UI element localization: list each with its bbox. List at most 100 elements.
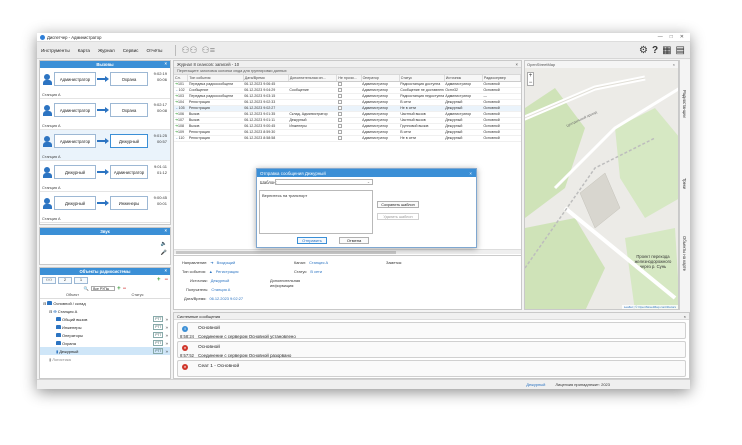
row-id: 110 <box>178 136 185 140</box>
call-item[interactable]: Дежурный Администратор 9:01:11 01:12 Стан… <box>40 161 170 192</box>
tab-tracks[interactable]: Треки <box>682 178 687 189</box>
source-value[interactable]: Дежурный <box>211 278 230 283</box>
unread-checkbox[interactable] <box>337 88 342 92</box>
col-status[interactable]: Статус <box>105 293 170 298</box>
unread-checkbox[interactable] <box>337 130 342 134</box>
sound-panel-close-icon[interactable]: × <box>165 228 167 233</box>
tab-radiostations[interactable]: Радиостанции <box>682 90 687 118</box>
call-item[interactable]: Дежурный Инженеры 9:00:45 00:01 Станция А <box>40 192 170 223</box>
unread-checkbox[interactable] <box>337 82 342 86</box>
minimize-button[interactable]: — <box>658 34 663 40</box>
zoom-out-button[interactable]: − <box>528 80 533 87</box>
dialog-close-icon[interactable]: × <box>469 171 472 176</box>
message-textarea[interactable]: Вернитесь на транспорт <box>259 190 373 234</box>
call-item-active[interactable]: Администратор Дежурный 9:01:25 00:57 Стан… <box>40 130 170 161</box>
col-object[interactable]: Объект <box>40 293 105 298</box>
channel-value[interactable]: Станция А <box>309 260 328 265</box>
group-by-area[interactable]: Перетащите заголовок колонки сюда для гр… <box>174 68 521 75</box>
unread-checkbox[interactable] <box>337 118 342 122</box>
more-icon[interactable]: » <box>165 349 168 354</box>
system-messages-close-icon[interactable]: × <box>684 314 686 319</box>
tree-item[interactable]: Общий вызов РТТ» <box>40 315 170 323</box>
tree-item[interactable]: ▮ Логистика <box>40 355 170 363</box>
unread-checkbox[interactable] <box>337 136 342 140</box>
map-attribution[interactable]: Leaflet | © OpenStreetMap contributors <box>621 305 678 309</box>
recipient-value[interactable]: Станция А <box>211 287 230 292</box>
settings-gear-icon[interactable]: ⚙ <box>639 45 648 56</box>
menu-reports[interactable]: Отчёты <box>146 48 162 53</box>
microphone-icon[interactable]: 🎤 <box>161 249 167 258</box>
calls-panel-close-icon[interactable]: × <box>165 61 167 66</box>
filter-groups-button[interactable]: ⚇⚇ <box>42 276 56 284</box>
objects-panel-close-icon[interactable]: × <box>165 268 167 273</box>
tree-item[interactable]: Инженеры РТТ» <box>40 323 170 331</box>
tree-item[interactable]: ⊟ ✠ Станция А <box>40 307 170 315</box>
system-message[interactable]: × Основной 8:57:52 Соединение с сервером… <box>177 341 686 358</box>
more-icon[interactable]: » <box>165 333 168 338</box>
tree-item[interactable]: ⊟ Основной / склад <box>40 299 170 307</box>
remove-object-icon[interactable]: − <box>164 277 168 283</box>
person-icon <box>43 105 52 116</box>
collapse-icon[interactable]: ⊟ <box>43 301 46 306</box>
save-template-button[interactable]: Сохранить шаблон <box>377 201 419 208</box>
close-window-button[interactable]: ✕ <box>680 34 684 40</box>
call-time: 9:02:17 00:08 <box>153 102 167 113</box>
journal-close-icon[interactable]: × <box>516 62 518 67</box>
unread-checkbox[interactable] <box>337 106 342 110</box>
call-from: Администратор <box>54 103 96 117</box>
more-icon[interactable]: » <box>165 317 168 322</box>
map-canvas[interactable] <box>525 68 679 310</box>
add-filter-icon[interactable]: + <box>117 286 121 292</box>
journal-cell: Регистрация <box>187 135 244 142</box>
user-config-icon[interactable]: ⚇≡ <box>202 45 215 56</box>
collapse-icon[interactable]: ⊟ <box>49 309 52 314</box>
ptt-badge[interactable]: РТТ <box>153 348 164 354</box>
journal-row[interactable]: ←110 Регистрация 06.12.2023 8:58:58 Админис… <box>174 135 521 142</box>
call-item[interactable]: Администратор Охрана 9:02:19 00:06 Станци… <box>40 68 170 99</box>
scroll-thumb[interactable] <box>176 251 396 254</box>
cancel-button[interactable]: Отмена <box>339 237 369 244</box>
ptt-badge[interactable]: РТТ <box>153 340 164 346</box>
remove-filter-icon[interactable]: − <box>123 286 127 292</box>
server-filter-select[interactable]: Все РУПы <box>91 286 116 291</box>
ptt-badge[interactable]: РТТ <box>153 324 164 330</box>
speaker-icon[interactable]: 🔈 <box>161 240 167 249</box>
system-message[interactable]: i Основной 8:58:24 Соединение с сервером… <box>177 322 686 339</box>
search-icon[interactable]: 🔍 <box>84 286 89 292</box>
maximize-button[interactable]: □ <box>670 34 673 40</box>
more-icon[interactable]: » <box>165 325 168 330</box>
tree-item-selected[interactable]: ▮ Дежурный РТТ» <box>40 347 170 355</box>
filter-stations-button[interactable]: 1 <box>74 276 88 284</box>
tree-item[interactable]: Охрана РТТ» <box>40 339 170 347</box>
menu-service[interactable]: Сервис <box>123 48 139 53</box>
recipient-label: Получатель: <box>186 287 209 292</box>
unread-checkbox[interactable] <box>337 100 342 104</box>
unread-checkbox[interactable] <box>337 124 342 128</box>
menu-journal[interactable]: Журнал <box>98 48 115 53</box>
map-panel[interactable]: OpenStreetMap × + − Центральный проезд П… <box>524 60 679 310</box>
send-button[interactable]: Отправить <box>297 237 327 244</box>
menu-tools[interactable]: Инструменты <box>41 48 70 53</box>
ptt-badge[interactable]: РТТ <box>153 332 164 338</box>
help-icon[interactable]: ? <box>652 45 658 56</box>
call-item[interactable]: Администратор Охрана 9:02:17 00:08 Станци… <box>40 99 170 130</box>
add-object-icon[interactable]: + <box>157 277 161 283</box>
ptt-badge[interactable]: РТТ <box>153 316 164 322</box>
layout-columns-icon[interactable]: ▦ <box>662 45 671 56</box>
template-select[interactable]: ⌄ <box>275 179 373 185</box>
more-icon[interactable]: » <box>165 341 168 346</box>
system-message[interactable]: × Сеат 1 - Основной <box>177 360 686 377</box>
unread-checkbox[interactable] <box>337 94 342 98</box>
menu-map[interactable]: Карта <box>78 48 90 53</box>
filter-users-button[interactable]: 2 <box>58 276 72 284</box>
map-close-icon[interactable]: × <box>673 62 675 67</box>
unread-checkbox[interactable] <box>337 112 342 116</box>
tab-map-objects[interactable]: Объекты на карте <box>682 236 687 271</box>
horizontal-scrollbar[interactable] <box>174 249 521 254</box>
tree-item[interactable]: Операторы РТТ» <box>40 331 170 339</box>
delete-template-button[interactable]: Удалить шаблон <box>377 213 419 220</box>
event-details: Направление: ➜ Входящий Тип события: ▲ Регис… <box>174 255 521 309</box>
users-group-icon[interactable]: ⚇⚇ <box>181 45 197 56</box>
layout-rows-icon[interactable]: ▤ <box>676 45 685 56</box>
info-icon: i <box>182 326 188 332</box>
